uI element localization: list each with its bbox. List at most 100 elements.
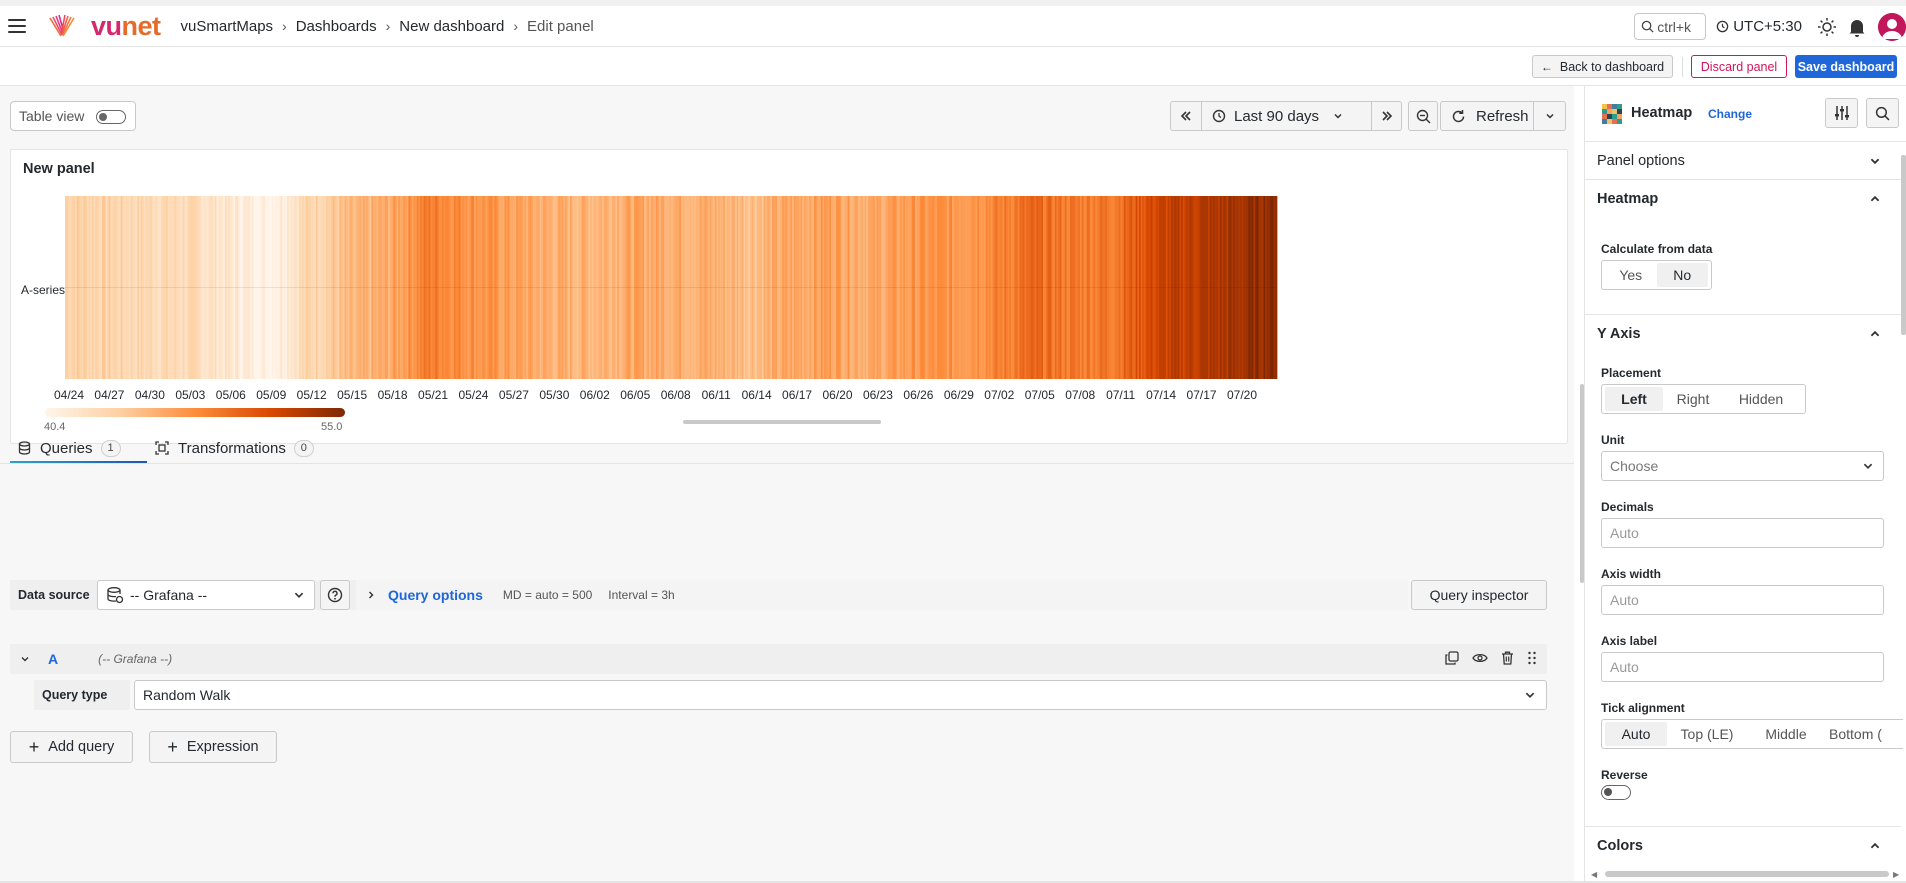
tick-bottom-option[interactable]: Bottom ( bbox=[1825, 722, 1903, 746]
eye-icon[interactable] bbox=[1472, 651, 1488, 665]
breadcrumb-dashboards[interactable]: Dashboards bbox=[296, 18, 377, 35]
unit-select[interactable]: Choose bbox=[1601, 451, 1884, 481]
options-pane-horizontal-scrollbar[interactable] bbox=[1605, 871, 1889, 877]
datasource-value: -- Grafana -- bbox=[130, 587, 208, 603]
heatmap-x-tick: 06/26 bbox=[903, 388, 934, 402]
query-row-actions bbox=[1432, 651, 1537, 665]
heatmap-y-label: A-series bbox=[21, 283, 66, 297]
datasource-label: Data source bbox=[18, 588, 90, 602]
query-type-select[interactable]: Random Walk bbox=[134, 680, 1547, 710]
chevron-down-icon bbox=[1525, 692, 1535, 698]
bell-icon[interactable] bbox=[1846, 16, 1868, 38]
calculate-from-data-radio: Yes No bbox=[1601, 260, 1712, 290]
panel-options-label: Panel options bbox=[1597, 152, 1685, 169]
decimals-input[interactable]: Auto bbox=[1601, 518, 1884, 548]
scroll-right-icon[interactable]: ▶ bbox=[1893, 870, 1899, 879]
refresh-label: Refresh bbox=[1476, 107, 1529, 125]
heatmap-x-tick: 05/12 bbox=[296, 388, 327, 402]
time-shift-forward-button[interactable] bbox=[1372, 101, 1402, 131]
clock-icon bbox=[1212, 109, 1226, 123]
tab-transformations[interactable]: Transformations 0 bbox=[155, 434, 314, 462]
refresh-icon bbox=[1452, 109, 1465, 122]
query-inspector-button[interactable]: Query inspector bbox=[1411, 580, 1547, 610]
options-filter-button[interactable] bbox=[1825, 98, 1858, 128]
axis-label-input[interactable]: Auto bbox=[1601, 652, 1884, 682]
zoom-out-button[interactable] bbox=[1408, 101, 1438, 131]
heatmap-x-tick: 05/09 bbox=[256, 388, 287, 402]
section-colors[interactable]: Colors bbox=[1585, 827, 1901, 865]
save-dashboard-button[interactable]: Save dashboard bbox=[1795, 55, 1897, 78]
tick-auto-option[interactable]: Auto bbox=[1605, 722, 1667, 746]
heatmap-x-tick: 06/17 bbox=[782, 388, 813, 402]
placement-left-option[interactable]: Left bbox=[1605, 387, 1663, 411]
heatmap-x-tick: 05/15 bbox=[337, 388, 368, 402]
breadcrumb-vusmartmaps[interactable]: vuSmartMaps bbox=[181, 18, 274, 35]
section-y-axis[interactable]: Y Axis bbox=[1585, 315, 1901, 353]
query-ref-id[interactable]: A bbox=[48, 651, 58, 667]
axis-width-input[interactable]: Auto bbox=[1601, 585, 1884, 615]
back-to-dashboard-button[interactable]: ← Back to dashboard bbox=[1532, 55, 1673, 78]
options-search-button[interactable] bbox=[1866, 98, 1899, 128]
heatmap-x-tick: 06/20 bbox=[822, 388, 853, 402]
panel-resize-handle[interactable] bbox=[683, 420, 881, 424]
time-range-picker[interactable]: Last 90 days bbox=[1202, 101, 1372, 131]
time-range-label: Last 90 days bbox=[1234, 107, 1320, 125]
chevron-down-icon bbox=[1870, 158, 1880, 165]
options-pane: Heatmap Change Panel options Heatmap Cal… bbox=[1584, 86, 1906, 883]
heatmap-x-tick: 07/20 bbox=[1226, 388, 1258, 402]
table-view-switch[interactable] bbox=[96, 110, 126, 124]
scroll-left-icon[interactable]: ◀ bbox=[1591, 870, 1597, 879]
add-query-button[interactable]: + Add query bbox=[10, 731, 133, 763]
time-shift-back-button[interactable] bbox=[1170, 101, 1202, 131]
hamburger-icon[interactable] bbox=[8, 19, 26, 33]
options-pane-vertical-scrollbar[interactable] bbox=[1901, 155, 1906, 335]
heatmap-section-label: Heatmap bbox=[1597, 191, 1659, 207]
heatmap-x-tick: 07/08 bbox=[1065, 388, 1096, 402]
trash-icon[interactable] bbox=[1501, 651, 1514, 665]
calculate-no-option[interactable]: No bbox=[1656, 263, 1708, 287]
global-search-button[interactable]: ctrl+k bbox=[1634, 13, 1707, 40]
query-row-header: A (-- Grafana --) bbox=[10, 644, 1547, 674]
query-options-toggle[interactable]: Query options MD = auto = 500 Interval =… bbox=[356, 580, 1408, 610]
tab-queries[interactable]: Queries 1 bbox=[18, 434, 121, 462]
breadcrumb-new-dashboard[interactable]: New dashboard bbox=[399, 18, 504, 35]
discard-panel-button[interactable]: Discard panel bbox=[1691, 55, 1787, 78]
transform-icon bbox=[155, 441, 169, 455]
drag-handle-icon[interactable] bbox=[1527, 651, 1537, 665]
change-visualization-link[interactable]: Change bbox=[1708, 107, 1752, 121]
unit-placeholder: Choose bbox=[1610, 458, 1659, 474]
toolbar-divider bbox=[1682, 57, 1683, 77]
section-heatmap[interactable]: Heatmap bbox=[1585, 180, 1901, 218]
timezone-indicator[interactable]: UTC+5:30 bbox=[1716, 18, 1802, 35]
breadcrumb: vuSmartMaps › Dashboards › New dashboard… bbox=[181, 18, 594, 35]
placement-right-option[interactable]: Right bbox=[1663, 387, 1723, 411]
table-view-toggle[interactable]: Table view bbox=[10, 101, 136, 131]
datasource-help-button[interactable] bbox=[320, 580, 350, 610]
query-options-max-datapoints: MD = auto = 500 bbox=[502, 588, 593, 602]
tick-middle-option[interactable]: Middle bbox=[1747, 722, 1825, 746]
heatmap-legend-min: 40.4 bbox=[44, 421, 66, 433]
sun-icon[interactable] bbox=[1816, 16, 1838, 38]
query-type-label: Query type bbox=[34, 680, 130, 710]
calculate-yes-option[interactable]: Yes bbox=[1605, 263, 1657, 287]
heatmap-x-tick: 06/23 bbox=[862, 388, 893, 402]
question-circle-icon bbox=[327, 587, 343, 603]
section-panel-options[interactable]: Panel options bbox=[1585, 142, 1901, 180]
chevron-down-icon[interactable] bbox=[20, 654, 30, 664]
axis-label-label: Axis label bbox=[1601, 634, 1658, 648]
datasource-select[interactable]: -- Grafana -- bbox=[97, 580, 315, 610]
tick-top-option[interactable]: Top (LE) bbox=[1667, 722, 1747, 746]
heatmap-x-tick: 06/05 bbox=[620, 388, 651, 402]
reverse-switch[interactable] bbox=[1601, 785, 1631, 800]
duplicate-query-icon[interactable] bbox=[1445, 651, 1459, 665]
back-to-dashboard-label: Back to dashboard bbox=[1559, 59, 1665, 74]
chevron-down-icon bbox=[294, 592, 304, 598]
axis-width-label: Axis width bbox=[1601, 567, 1662, 581]
tick-alignment-radio: Auto Top (LE) Middle Bottom ( bbox=[1601, 719, 1903, 749]
placement-hidden-option[interactable]: Hidden bbox=[1723, 387, 1799, 411]
avatar[interactable] bbox=[1878, 12, 1906, 41]
heatmap-x-tick: 05/18 bbox=[377, 388, 408, 402]
heatmap-viz-icon bbox=[1602, 104, 1622, 124]
add-expression-button[interactable]: + Expression bbox=[149, 731, 277, 763]
refresh-interval-dropdown[interactable] bbox=[1533, 101, 1566, 131]
